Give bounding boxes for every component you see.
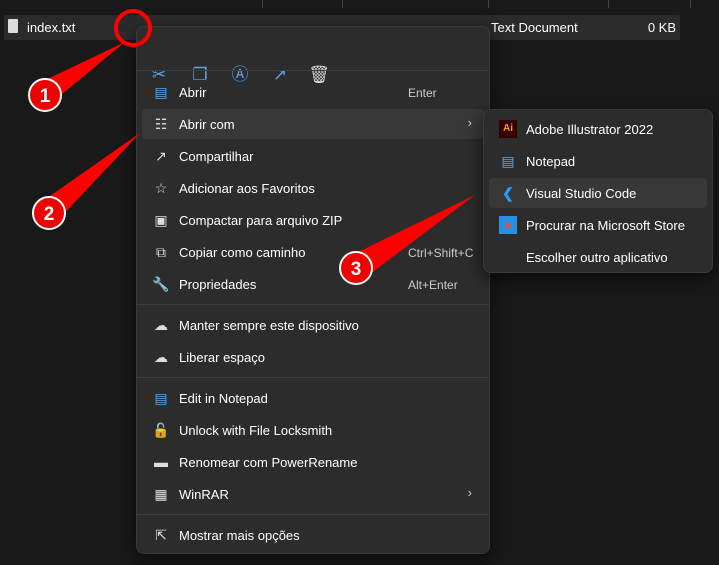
column-header	[0, 0, 719, 8]
submenu-item-procurar-na-microsoft-store[interactable]: ■ Procurar na Microsoft Store	[489, 210, 707, 240]
wrench-icon: 🔧	[152, 276, 170, 292]
menu-item-label: WinRAR	[179, 487, 229, 502]
notepad-icon: ▤	[154, 84, 168, 100]
zip-icon: ▣	[154, 212, 168, 228]
menu-item-mostrar-mais-op-es[interactable]: ⇱ Mostrar mais opções	[142, 520, 484, 550]
notepad-icon: ▤	[154, 390, 168, 406]
chevron-right-icon: ›	[467, 485, 472, 500]
vscode-icon: ❮	[502, 185, 514, 201]
menu-item-label: Liberar espaço	[179, 350, 265, 365]
menu-item-compactar-para-arquivo-zip[interactable]: ▣ Compactar para arquivo ZIP	[142, 205, 484, 235]
menu-item-copiar-como-caminho[interactable]: ⧉ Copiar como caminho Ctrl+Shift+C	[142, 237, 484, 267]
menu-item-renomear-com-powerrename[interactable]: ▬ Renomear com PowerRename	[142, 447, 484, 477]
open-with-icon: ☷	[154, 116, 168, 132]
menu-item-label: Compartilhar	[179, 149, 254, 164]
submenu-item-label: Procurar na Microsoft Store	[526, 218, 685, 233]
separator	[137, 377, 489, 378]
menu-item-manter-sempre-este-dispositivo[interactable]: ☁ Manter sempre este dispositivo	[142, 310, 484, 340]
menu-item-compartilhar[interactable]: ↗ Compartilhar	[142, 141, 484, 171]
file-size: 0 KB	[647, 20, 676, 35]
badge-1: 1	[28, 78, 62, 112]
more-options-icon: ⇱	[155, 527, 167, 543]
menu-item-label: Renomear com PowerRename	[179, 455, 358, 470]
menu-item-label: Manter sempre este dispositivo	[179, 318, 359, 333]
menu-item-unlock-with-file-locksmith[interactable]: 🔓 Unlock with File Locksmith	[142, 415, 484, 445]
illustrator-icon: Ai	[499, 120, 517, 138]
separator	[137, 304, 489, 305]
arrow-2	[40, 133, 140, 218]
menu-item-label: Propriedades	[179, 277, 257, 292]
notepad-icon: ▤	[501, 153, 515, 169]
submenu-item-label: Adobe Illustrator 2022	[526, 122, 654, 137]
submenu-item-notepad[interactable]: ▤ Notepad	[489, 146, 707, 176]
winrar-icon: ▦	[154, 486, 168, 502]
arrow-1	[35, 42, 125, 100]
store-icon: ■	[499, 216, 517, 234]
powerrename-icon: ▬	[154, 454, 168, 470]
share-icon: ↗	[155, 148, 167, 164]
menu-item-label: Mostrar mais opções	[179, 528, 300, 543]
cloud-keep-icon: ☁	[154, 317, 168, 333]
menu-item-edit-in-notepad[interactable]: ▤ Edit in Notepad	[142, 383, 484, 413]
lock-icon: 🔓	[152, 422, 170, 438]
menu-item-winrar[interactable]: ▦ WinRAR ›	[142, 479, 484, 509]
menu-item-label: Compactar para arquivo ZIP	[179, 213, 343, 228]
submenu-item-label: Visual Studio Code	[526, 186, 637, 201]
menu-item-adicionar-aos-favoritos[interactable]: ☆ Adicionar aos Favoritos	[142, 173, 484, 203]
submenu-item-adobe-illustrator-2022[interactable]: Ai Adobe Illustrator 2022	[489, 114, 707, 144]
menu-item-label: Unlock with File Locksmith	[179, 423, 333, 438]
menu-item-label: Copiar como caminho	[179, 245, 306, 260]
menu-item-liberar-espa-o[interactable]: ☁ Liberar espaço	[142, 342, 484, 372]
submenu-item-visual-studio-code[interactable]: ❮ Visual Studio Code	[489, 178, 707, 208]
text-file-icon	[8, 19, 18, 33]
menu-item-label: Edit in Notepad	[179, 391, 268, 406]
shortcut: Ctrl+Shift+C	[408, 246, 474, 260]
cloud-icon: ☁	[154, 349, 168, 365]
context-menu: ✂ ❐ Ⓐ ↗ 🗑 ▤ Abrir Enter ☷ Abrir com › ↗ Compart…	[136, 26, 490, 554]
file-type: Text Document	[491, 20, 578, 35]
svg-text:2: 2	[44, 204, 55, 225]
submenu-item-label: Escolher outro aplicativo	[526, 250, 668, 265]
menu-item-label: Abrir com	[179, 117, 235, 132]
file-name: index.txt	[27, 20, 76, 35]
menu-item-abrir-com[interactable]: ☷ Abrir com ›	[142, 109, 484, 139]
menu-item-propriedades[interactable]: 🔧 Propriedades Alt+Enter	[142, 269, 484, 299]
menu-item-label: Abrir	[179, 85, 207, 100]
chevron-right-icon: ›	[467, 115, 472, 130]
open-with-submenu: Ai Adobe Illustrator 2022 ▤ Notepad ❮ Visual …	[483, 109, 713, 273]
menu-item-abrir[interactable]: ▤ Abrir Enter	[142, 77, 484, 107]
submenu-item-label: Notepad	[526, 154, 576, 169]
star-icon: ☆	[154, 180, 168, 196]
svg-text:1: 1	[40, 86, 51, 107]
submenu-item-escolher-outro-aplicativo[interactable]: Escolher outro aplicativo	[489, 242, 707, 272]
shortcut: Enter	[408, 86, 437, 100]
shortcut: Alt+Enter	[408, 278, 458, 292]
menu-item-label: Adicionar aos Favoritos	[179, 181, 315, 196]
path-icon: ⧉	[156, 244, 166, 260]
separator	[137, 514, 489, 515]
badge-2: 2	[32, 196, 66, 230]
